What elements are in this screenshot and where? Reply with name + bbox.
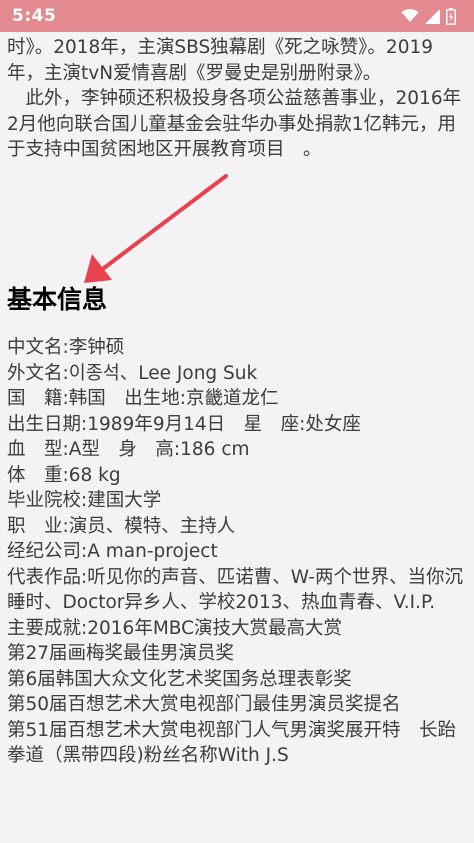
info-occupation: 职 业:演员、模特、主持人 <box>7 515 236 537</box>
info-blood-height: 血 型:A型 身 高:186 cm <box>7 439 250 460</box>
info-weight: 体 重:68 kg <box>7 464 121 486</box>
signal-icon <box>425 8 440 24</box>
info-award: 第27届画梅奖最佳男演员奖 <box>7 643 235 664</box>
info-foreign-name: 外文名:이종석、Lee Jong Suk <box>7 362 258 384</box>
status-bar: 5:45 <box>0 0 474 32</box>
info-chinese-name: 中文名:李钟硕 <box>7 337 125 358</box>
info-school: 毕业院校:建国大学 <box>7 490 162 511</box>
wifi-icon <box>401 9 419 23</box>
info-list: 中文名:李钟硕 外文名:이종석、Lee Jong Suk 国 籍:韩国 出生地:… <box>7 335 469 769</box>
article-content: 时》。2018年，主演SBS独幕剧《死之咏赞》。2019年，主演tvN爱情喜剧《… <box>7 32 469 163</box>
info-award: 第50届百想艺术大赏电视部门最佳男演员奖提名 <box>7 694 401 715</box>
battery-charging-icon <box>446 7 456 25</box>
info-award: 第6届韩国大众文化艺术奖国务总理表彰奖 <box>7 668 352 690</box>
info-agency: 经纪公司:A man-project <box>7 541 218 562</box>
info-works: 代表作品:听见你的声音、匹诺曹、W-两个世界、当你沉睡时、Doctor异乡人、学… <box>7 566 463 614</box>
info-achievements: 主要成就:2016年MBC演技大赏最高大赏 <box>7 617 343 639</box>
info-nationality-birthplace: 国 籍:韩国 出生地:京畿道龙仁 <box>7 388 279 409</box>
section-title: 基本信息 <box>7 285 108 314</box>
article-paragraph: 时》。2018年，主演SBS独幕剧《死之咏赞》。2019年，主演tvN爱情喜剧《… <box>7 37 434 84</box>
info-award: 第51届百想艺术大赏电视部门人气男演奖展开特 长跆拳道（黑带四段)粉丝名称Wit… <box>7 719 457 767</box>
info-birthdate-zodiac: 出生日期:1989年9月14日 星 座:处女座 <box>7 413 361 435</box>
annotation-arrow-icon <box>84 174 228 283</box>
article-paragraph: 此外，李钟硕还积极投身各项公益慈善事业，2016年2月他向联合国儿童基金会驻华办… <box>7 88 462 160</box>
status-time: 5:45 <box>12 6 57 26</box>
status-icons <box>401 7 456 25</box>
